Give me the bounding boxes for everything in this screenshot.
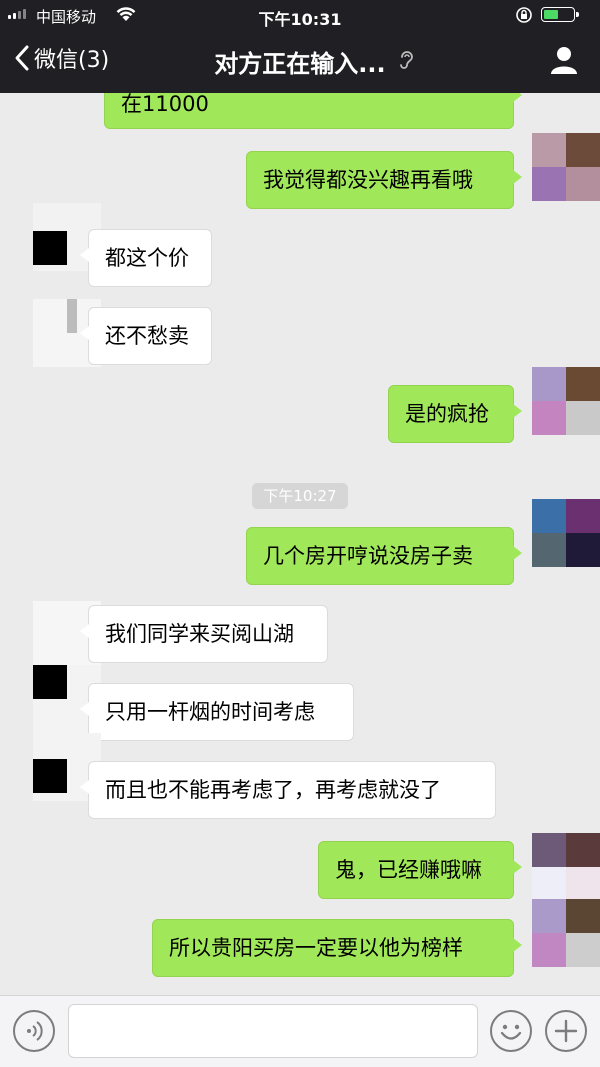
message-bubble-outgoing[interactable]: 几个房开哼说没房子卖	[246, 527, 522, 585]
message-text: 而且也不能再考虑了，再考虑就没了	[105, 778, 441, 802]
message-text: 鬼，已经赚哦嘛	[335, 858, 482, 882]
message-bubble-incoming[interactable]: 而且也不能再考虑了，再考虑就没了	[80, 761, 496, 819]
message-bubble-outgoing[interactable]: 我觉得都没兴趣再看哦	[246, 151, 522, 209]
message-text: 都这个价	[105, 246, 189, 270]
message-bubble-outgoing[interactable]: 在11000	[104, 93, 522, 129]
message-bubble-incoming[interactable]: 只用一杆烟的时间考虑	[80, 683, 354, 741]
voice-icon	[27, 1021, 43, 1041]
top-bar: 中国移动 下午10:31 微信(3) 对方正在输入...	[0, 0, 600, 93]
message-text: 是的疯抢	[405, 402, 489, 426]
profile-icon[interactable]	[548, 44, 580, 76]
my-avatar[interactable]	[532, 133, 600, 201]
message-bubble-outgoing[interactable]: 鬼，已经赚哦嘛	[318, 841, 522, 899]
message-text: 我觉得都没兴趣再看哦	[263, 168, 473, 192]
page-title: 对方正在输入...	[214, 50, 386, 78]
message-input[interactable]	[68, 1004, 478, 1058]
message-bubble-incoming[interactable]: 还不愁卖	[80, 307, 212, 365]
my-avatar[interactable]	[532, 833, 600, 901]
message-text: 所以贵阳买房一定要以他为榜样	[169, 936, 463, 960]
my-avatar[interactable]	[532, 899, 600, 967]
more-button[interactable]	[545, 1010, 587, 1052]
emoji-icon	[500, 1024, 522, 1040]
input-bar	[0, 995, 600, 1067]
status-time: 下午10:31	[258, 10, 342, 29]
rotation-lock-icon	[516, 7, 532, 23]
message-bubble-outgoing[interactable]: 所以贵阳买房一定要以他为榜样	[152, 919, 522, 977]
ear-icon	[400, 51, 413, 69]
message-text: 还不愁卖	[105, 324, 189, 348]
voice-button[interactable]	[13, 1010, 55, 1052]
chat-timestamp: 下午10:27	[252, 483, 348, 509]
message-text: 在11000	[121, 93, 209, 116]
nav-bar: 微信(3) 对方正在输入...	[0, 30, 600, 93]
emoji-button[interactable]	[490, 1010, 532, 1052]
chat-area[interactable]: 在11000 我觉得都没兴趣再看哦 都这个价 还不愁卖 是的疯抢 下午10:27…	[0, 93, 600, 995]
battery-icon	[541, 7, 579, 22]
my-avatar[interactable]	[532, 367, 600, 435]
message-text: 我们同学来买阅山湖	[105, 622, 294, 646]
message-bubble-incoming[interactable]: 都这个价	[80, 229, 212, 287]
message-text: 几个房开哼说没房子卖	[263, 544, 473, 568]
message-bubble-incoming[interactable]: 我们同学来买阅山湖	[80, 605, 328, 663]
plus-icon	[554, 1019, 578, 1043]
my-avatar[interactable]	[532, 499, 600, 567]
message-text: 只用一杆烟的时间考虑	[105, 700, 315, 724]
status-bar: 中国移动 下午10:31	[0, 0, 600, 30]
message-bubble-outgoing[interactable]: 是的疯抢	[388, 385, 522, 443]
